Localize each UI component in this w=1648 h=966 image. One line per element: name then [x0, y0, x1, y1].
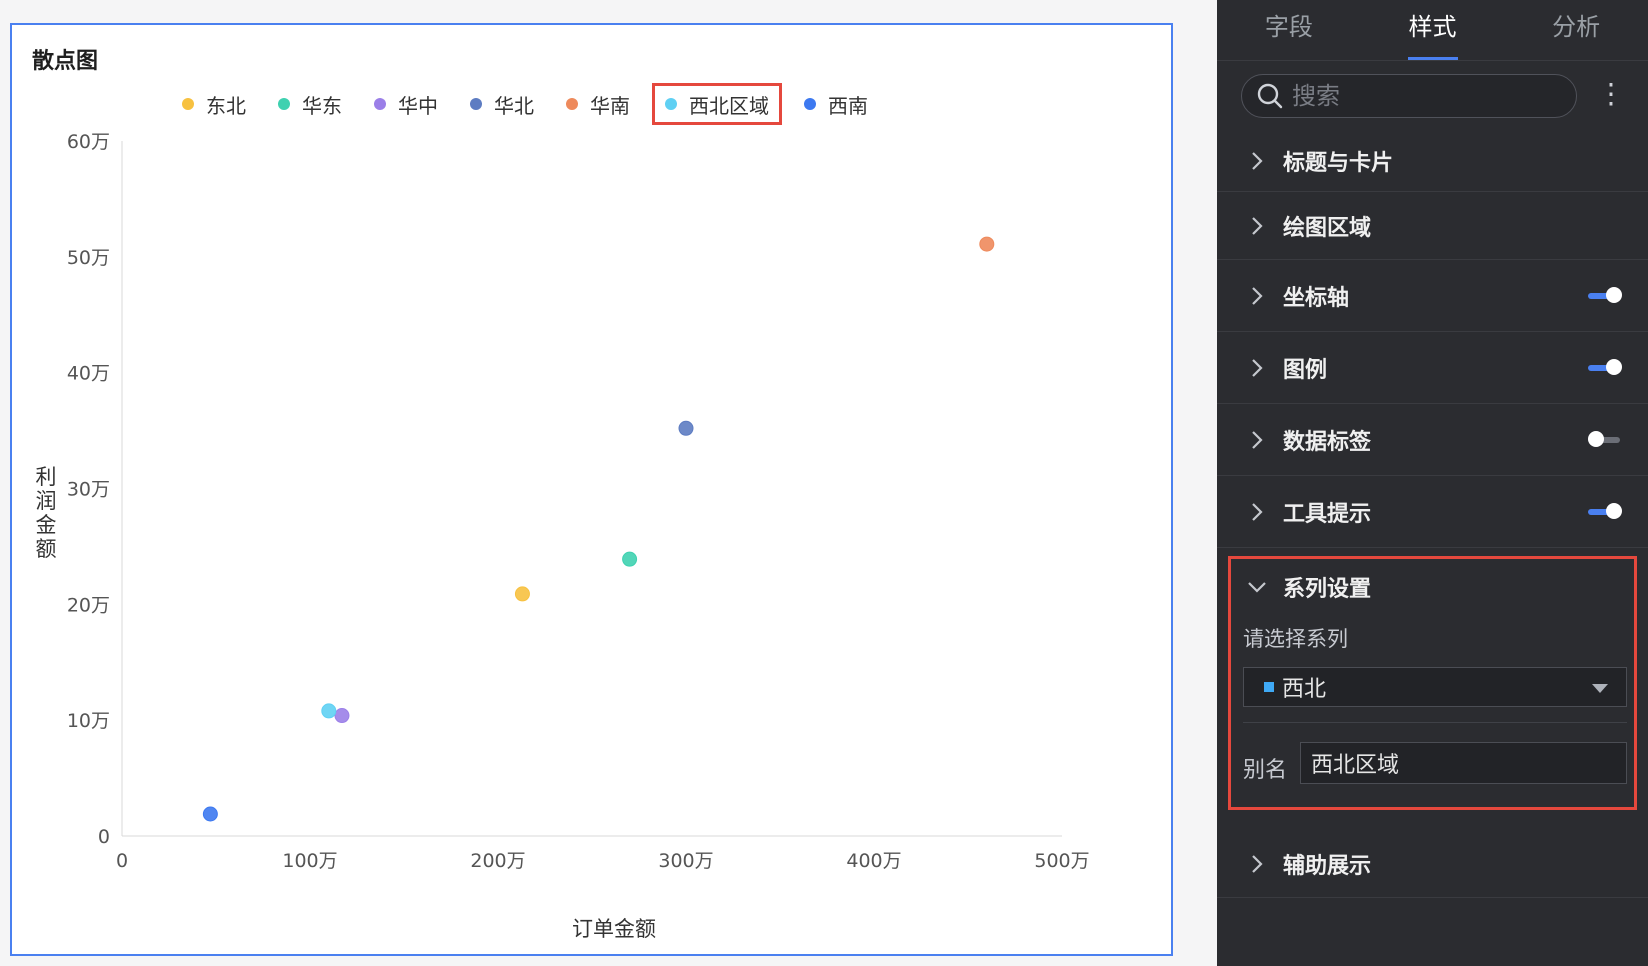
- y-tick-label: 40万: [67, 363, 110, 385]
- section-plot-area[interactable]: 绘图区域: [1217, 192, 1648, 260]
- section-series-settings: 系列设置 请选择系列 西北 别名: [1228, 556, 1637, 810]
- divider: [1243, 722, 1627, 723]
- tooltip-toggle[interactable]: [1588, 502, 1622, 521]
- data-label-toggle[interactable]: [1588, 430, 1622, 449]
- tab-style[interactable]: 样式: [1361, 0, 1505, 60]
- y-tick-label: 0: [98, 826, 110, 848]
- section-label: 辅助展示: [1283, 853, 1372, 879]
- section-tooltip[interactable]: 工具提示: [1217, 476, 1648, 548]
- series-select[interactable]: 西北: [1243, 667, 1627, 707]
- y-tick-label: 60万: [67, 131, 110, 153]
- search-input[interactable]: [1290, 81, 1554, 111]
- x-tick-label: 0: [116, 850, 128, 872]
- scatter-point[interactable]: [202, 806, 218, 822]
- series-color-swatch: [1264, 682, 1274, 692]
- panel-tabs: 字段 样式 分析: [1217, 0, 1648, 61]
- section-label: 图例: [1283, 357, 1328, 383]
- section-label: 系列设置: [1283, 577, 1372, 602]
- legend-toggle[interactable]: [1588, 358, 1622, 377]
- section-axis[interactable]: 坐标轴: [1217, 260, 1648, 332]
- series-select-value: 西北: [1282, 677, 1327, 702]
- section-data-label[interactable]: 数据标签: [1217, 404, 1648, 476]
- section-label: 数据标签: [1283, 429, 1372, 455]
- scatter-point[interactable]: [678, 420, 694, 436]
- section-label: 工具提示: [1283, 501, 1372, 527]
- more-options-icon[interactable]: ⋮: [1597, 80, 1625, 108]
- axis-toggle[interactable]: [1588, 286, 1622, 305]
- chart-card: 散点图 东北 华东 华中 华北 华南 西北区域 西南 利润金额 订单金额 0 1…: [10, 23, 1173, 956]
- chevron-right-icon: [1252, 854, 1263, 873]
- scatter-plot: 0 100万 200万 300万 400万 500万 0 10万 20万 30万 40万 50万 60万: [67, 131, 1090, 872]
- series-select-label: 请选择系列: [1243, 627, 1348, 651]
- chevron-right-icon: [1252, 216, 1263, 235]
- search-box: [1241, 74, 1577, 118]
- tab-analysis[interactable]: 分析: [1504, 0, 1648, 60]
- chevron-right-icon: [1252, 151, 1263, 170]
- y-tick-label: 20万: [67, 594, 110, 616]
- scatter-point[interactable]: [979, 236, 995, 252]
- x-tick-label: 300万: [658, 850, 713, 872]
- tab-fields[interactable]: 字段: [1217, 0, 1361, 60]
- scatter-point[interactable]: [334, 708, 350, 724]
- chevron-down-icon: [1248, 582, 1266, 593]
- x-tick-label: 400万: [846, 850, 901, 872]
- chevron-right-icon: [1252, 358, 1263, 377]
- scatter-point[interactable]: [622, 551, 638, 567]
- scatter-point[interactable]: [514, 586, 530, 602]
- section-legend[interactable]: 图例: [1217, 332, 1648, 404]
- section-aux-display[interactable]: 辅助展示: [1217, 830, 1648, 898]
- y-tick-label: 50万: [67, 247, 110, 269]
- alias-input[interactable]: [1300, 742, 1627, 784]
- section-label: 标题与卡片: [1283, 150, 1394, 176]
- section-title-card[interactable]: 标题与卡片: [1217, 130, 1648, 192]
- x-tick-label: 200万: [470, 850, 525, 872]
- style-panel: 字段 样式 分析 ⋮ 标题与卡片 绘图区域 坐标轴 图例: [1217, 0, 1648, 966]
- chevron-right-icon: [1252, 286, 1263, 305]
- caret-down-icon: [1592, 684, 1608, 693]
- section-label: 坐标轴: [1283, 285, 1350, 311]
- series-settings-header[interactable]: 系列设置: [1231, 569, 1371, 605]
- x-tick-label: 100万: [282, 850, 337, 872]
- y-tick-label: 10万: [67, 710, 110, 732]
- scatter-point[interactable]: [321, 703, 337, 719]
- search-icon: [1257, 83, 1283, 109]
- chevron-right-icon: [1252, 502, 1263, 521]
- y-tick-label: 30万: [67, 479, 110, 501]
- x-tick-label: 500万: [1034, 850, 1089, 872]
- alias-label: 别名: [1243, 758, 1288, 783]
- section-label: 绘图区域: [1283, 215, 1372, 241]
- chevron-right-icon: [1252, 430, 1263, 449]
